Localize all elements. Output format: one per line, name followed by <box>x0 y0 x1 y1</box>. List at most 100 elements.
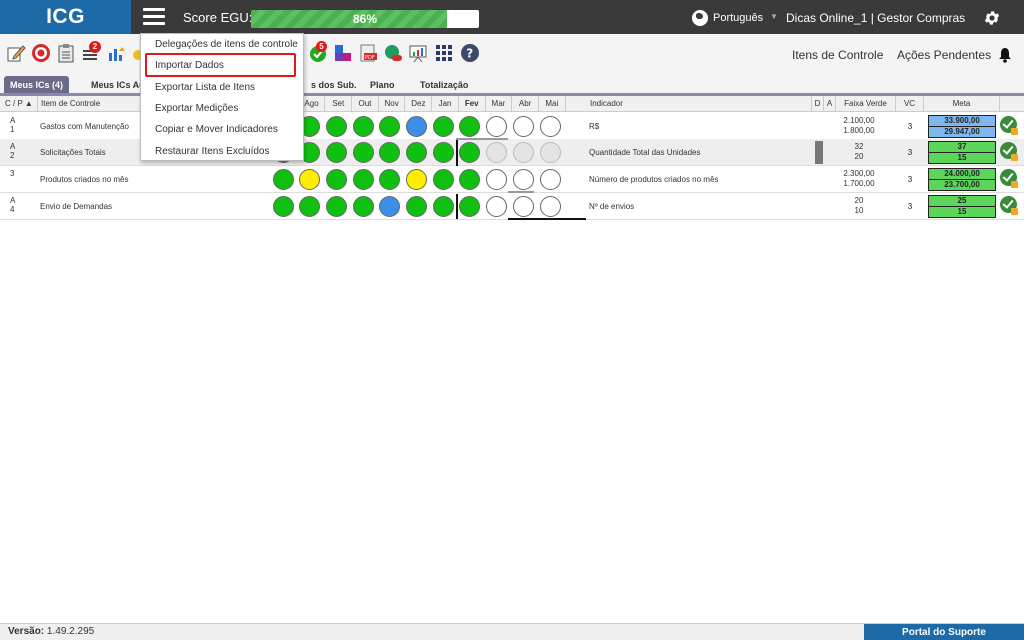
header-month[interactable]: Mar <box>486 96 513 112</box>
menu-icon[interactable] <box>143 8 165 26</box>
status-circle[interactable] <box>272 169 294 190</box>
header-month[interactable]: Fev <box>459 96 486 112</box>
status-circle[interactable] <box>406 116 427 137</box>
status-circle[interactable] <box>352 196 374 217</box>
app-logo[interactable]: ICG <box>0 0 131 34</box>
status-circle[interactable] <box>299 196 321 217</box>
status-circle[interactable] <box>352 116 374 137</box>
toggle-off-icon[interactable] <box>383 43 403 63</box>
status-circle[interactable] <box>512 116 534 137</box>
status-circle[interactable] <box>325 196 347 217</box>
menu-item-export-items[interactable]: Exportar Lista de Itens <box>155 82 255 93</box>
chart-icon[interactable] <box>107 43 127 63</box>
status-circle[interactable] <box>406 142 427 163</box>
status-circle[interactable] <box>406 196 427 217</box>
status-circle[interactable] <box>406 169 427 190</box>
indicator-text: Quantidade Total das Unidades <box>589 148 701 157</box>
header-month[interactable]: Set <box>325 96 353 112</box>
meta-box[interactable]: 33.900,00 29.947,00 <box>928 115 996 138</box>
status-circle[interactable] <box>512 196 534 217</box>
tab-my-ics[interactable]: Meus ICs (4) <box>4 76 70 94</box>
header-month[interactable]: Jan <box>432 96 459 112</box>
header-month[interactable]: Abr <box>512 96 539 112</box>
status-circle[interactable] <box>379 142 401 163</box>
grid-icon[interactable] <box>434 43 454 63</box>
header-meta[interactable]: Meta <box>924 96 1000 112</box>
header-a[interactable]: A <box>824 96 836 112</box>
header-d[interactable]: D <box>812 96 824 112</box>
status-circle[interactable] <box>512 142 534 163</box>
bell-icon[interactable] <box>998 47 1012 63</box>
status-circle[interactable] <box>486 196 508 217</box>
item-name[interactable]: Gastos com Manutenção <box>40 122 129 131</box>
header-month[interactable]: Nov <box>379 96 406 112</box>
status-circle[interactable] <box>539 169 561 190</box>
menu-item-copy-move[interactable]: Copiar e Mover Indicadores <box>155 124 278 135</box>
header-faixa-verde[interactable]: Faixa Verde <box>836 96 896 112</box>
menu-item-restore[interactable]: Restaurar Itens Excluídos <box>155 146 270 157</box>
item-name[interactable]: Solicitações Totais <box>40 148 106 157</box>
status-circle[interactable] <box>459 142 481 163</box>
header-month[interactable]: Mai <box>539 96 566 112</box>
target-icon[interactable] <box>31 43 51 63</box>
header-vc[interactable]: VC <box>896 96 924 112</box>
status-circle[interactable] <box>352 169 374 190</box>
status-circle[interactable] <box>539 142 561 163</box>
help-icon[interactable]: ? <box>460 43 480 63</box>
table-row[interactable]: A 4 Envio de Demandas Nº de envios 20 10 3 25 15 <box>0 193 1024 220</box>
header-month[interactable]: Dez <box>406 96 433 112</box>
status-circle[interactable] <box>379 169 401 190</box>
header-indicator[interactable]: Indicador <box>586 96 812 112</box>
presentation-icon[interactable] <box>408 43 428 63</box>
status-circle[interactable] <box>432 169 454 190</box>
edit-icon[interactable] <box>6 43 26 63</box>
tab-totalization[interactable]: Totalização <box>414 76 474 94</box>
status-circle[interactable] <box>325 142 347 163</box>
menu-item-export-measurements[interactable]: Exportar Medições <box>155 103 238 114</box>
puzzle-icon[interactable] <box>333 43 353 63</box>
meta-box[interactable]: 24.000,00 23.700,00 <box>928 168 996 191</box>
globe-icon[interactable] <box>692 10 708 26</box>
indicator-text: Nº de envios <box>589 202 635 211</box>
clipboard-icon[interactable] <box>56 43 76 63</box>
status-circle[interactable] <box>459 196 481 217</box>
status-circle[interactable] <box>486 116 508 137</box>
support-portal-link[interactable]: Portal do Suporte <box>864 624 1024 640</box>
status-circle[interactable] <box>459 169 481 190</box>
pending-actions-link[interactable]: Ações Pendentes <box>897 48 991 62</box>
status-circle[interactable] <box>486 169 508 190</box>
tab-subordinates[interactable]: s dos Sub. <box>305 76 363 94</box>
gear-icon[interactable] <box>983 9 1001 27</box>
status-circle[interactable] <box>299 169 321 190</box>
status-circle[interactable] <box>272 196 294 217</box>
status-circle[interactable] <box>325 169 347 190</box>
header-cp[interactable]: C / P ▲ <box>0 96 38 112</box>
meta-box[interactable]: 25 15 <box>928 195 996 218</box>
status-circle[interactable] <box>539 116 561 137</box>
status-circle[interactable] <box>432 196 454 217</box>
status-circle[interactable] <box>539 196 561 217</box>
status-circle[interactable] <box>325 116 347 137</box>
meta-box[interactable]: 37 15 <box>928 141 996 164</box>
status-circle[interactable] <box>512 169 534 190</box>
menu-item-delegations[interactable]: Delegações de itens de controle <box>155 39 298 50</box>
language-selector[interactable]: Português <box>713 12 763 24</box>
period-divider <box>456 139 458 166</box>
table-row[interactable]: 3 Produtos criados no mês Número de produt… <box>0 166 1024 193</box>
status-circle[interactable] <box>459 116 481 137</box>
control-items-link[interactable]: Itens de Controle <box>792 48 883 62</box>
user-info[interactable]: Dicas Online_1 | Gestor Compras <box>786 11 965 25</box>
status-circle[interactable] <box>379 116 401 137</box>
status-circle[interactable] <box>352 142 374 163</box>
header-month[interactable]: Out <box>352 96 379 112</box>
status-circle[interactable] <box>432 116 454 137</box>
tab-plan[interactable]: Plano <box>364 76 401 94</box>
pdf-icon[interactable]: PDF <box>358 43 378 63</box>
item-name[interactable]: Produtos criados no mês <box>40 175 129 184</box>
caret-down-icon[interactable]: ▼ <box>770 12 778 21</box>
status-circle[interactable] <box>379 196 401 217</box>
status-circle[interactable] <box>486 142 508 163</box>
item-name[interactable]: Envio de Demandas <box>40 202 112 211</box>
status-circle[interactable] <box>432 142 454 163</box>
green-range-value: 20 <box>854 152 864 161</box>
